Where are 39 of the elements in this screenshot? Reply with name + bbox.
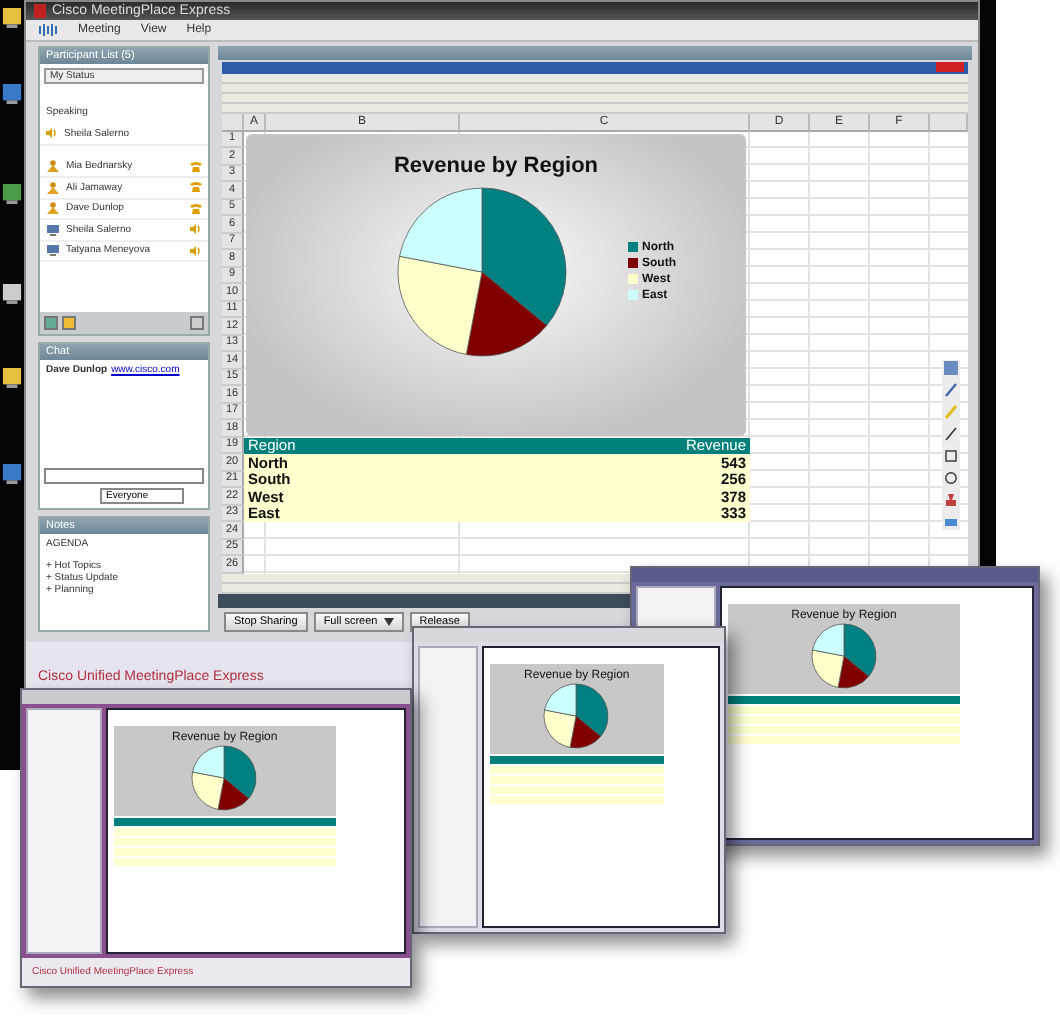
app-logo-icon bbox=[34, 4, 46, 18]
desktop-icon[interactable] bbox=[2, 284, 22, 304]
legend-swatch bbox=[628, 290, 638, 300]
pencil-icon[interactable] bbox=[942, 382, 960, 398]
pie-slice bbox=[811, 649, 845, 688]
phone-icon bbox=[190, 203, 202, 214]
logo-icon bbox=[38, 22, 58, 38]
pie-slice bbox=[397, 254, 483, 354]
person-icon bbox=[46, 181, 60, 194]
pie-slice bbox=[544, 709, 578, 748]
computer-icon bbox=[46, 244, 60, 257]
desktop-icon[interactable] bbox=[2, 368, 22, 388]
phone-icon bbox=[190, 182, 202, 193]
chat-input[interactable] bbox=[44, 468, 204, 484]
desktop-icon[interactable] bbox=[2, 184, 22, 204]
speaker-icon bbox=[46, 128, 58, 139]
pie-slice bbox=[192, 771, 226, 810]
phone-icon bbox=[190, 161, 202, 172]
pointer-icon[interactable] bbox=[942, 360, 960, 376]
header-filler bbox=[930, 114, 968, 131]
eraser-icon[interactable] bbox=[942, 514, 960, 530]
line-icon[interactable] bbox=[942, 426, 960, 442]
caret-icon bbox=[383, 617, 394, 625]
speaker-icon bbox=[190, 245, 202, 256]
desktop-icon[interactable] bbox=[2, 464, 22, 484]
rectangle-icon[interactable] bbox=[942, 448, 960, 464]
zoom-button[interactable] bbox=[190, 316, 204, 330]
circle-icon[interactable] bbox=[942, 470, 960, 486]
desktop-icon[interactable] bbox=[2, 8, 22, 28]
legend-swatch bbox=[628, 258, 638, 268]
speaker-icon bbox=[190, 224, 202, 235]
legend-swatch bbox=[628, 274, 638, 284]
legend-swatch bbox=[628, 242, 638, 252]
stamp-icon[interactable] bbox=[942, 492, 960, 508]
chart-title: Revenue by Region bbox=[393, 153, 599, 177]
desktop-icon[interactable] bbox=[2, 84, 22, 104]
person-icon bbox=[46, 160, 60, 173]
computer-icon bbox=[46, 223, 60, 236]
person-icon bbox=[46, 202, 60, 215]
